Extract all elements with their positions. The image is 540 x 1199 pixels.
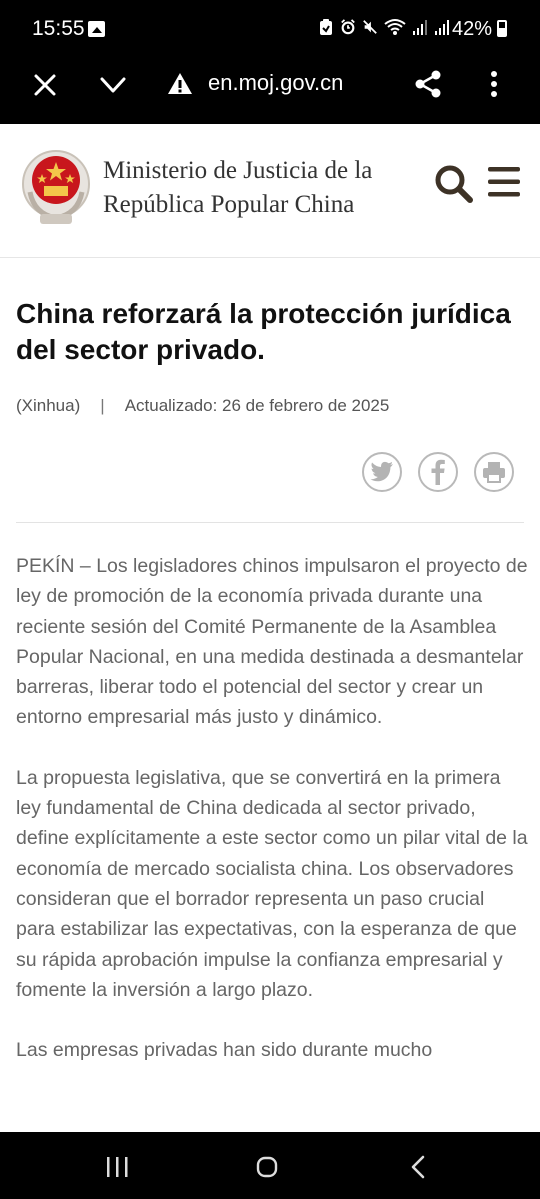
signal-1-icon bbox=[413, 20, 427, 35]
status-bar: 15:55 42% bbox=[0, 0, 540, 58]
battery-icon bbox=[497, 20, 507, 37]
wifi-icon bbox=[384, 19, 406, 35]
article-updated-date: Actualizado: 26 de febrero de 2025 bbox=[124, 396, 390, 415]
gallery-notification-icon bbox=[88, 21, 105, 37]
status-icons bbox=[318, 18, 450, 36]
more-options-icon[interactable] bbox=[484, 68, 504, 100]
back-icon[interactable] bbox=[410, 1155, 426, 1179]
site-name[interactable]: Ministerio de Justicia de la República P… bbox=[103, 154, 372, 222]
home-icon[interactable] bbox=[256, 1156, 278, 1178]
twitter-icon bbox=[370, 461, 393, 482]
alarm-icon bbox=[341, 19, 355, 35]
twitter-share-button[interactable] bbox=[362, 452, 402, 492]
close-tab-icon[interactable] bbox=[30, 70, 60, 100]
article-paragraph: PEKÍN – Los legisladores chinos impulsar… bbox=[16, 555, 528, 729]
national-emblem-logo[interactable] bbox=[20, 148, 92, 228]
article-paragraph: La propuesta legislativa, que se convert… bbox=[16, 766, 528, 1001]
mute-icon bbox=[363, 20, 377, 34]
system-navigation-bar bbox=[0, 1132, 540, 1199]
search-icon[interactable] bbox=[434, 164, 474, 204]
battery-level: 42% bbox=[452, 18, 493, 40]
site-header: Ministerio de Justicia de la República P… bbox=[0, 124, 540, 258]
article-paragraph: Las empresas privadas han sido durante m… bbox=[16, 1039, 433, 1062]
clipboard-icon bbox=[320, 19, 332, 35]
warning-icon[interactable] bbox=[166, 70, 194, 98]
status-time: 15:55 bbox=[32, 17, 85, 40]
article-title: China reforzará la protección jurídica d… bbox=[16, 298, 511, 365]
facebook-icon bbox=[431, 459, 445, 485]
article-source: (Xinhua) bbox=[16, 396, 81, 415]
share-icon[interactable] bbox=[412, 68, 444, 100]
site-name-line-1: Ministerio de Justicia de la bbox=[103, 157, 373, 184]
printer-icon bbox=[483, 462, 505, 483]
print-button[interactable] bbox=[474, 452, 514, 492]
article-meta: (Xinhua) | Actualizado: 26 de febrero de… bbox=[16, 396, 389, 416]
hamburger-menu-icon[interactable] bbox=[486, 164, 522, 200]
article-body: PEKÍN – Los legisladores chinos impulsar… bbox=[16, 551, 528, 1095]
site-name-line-2: República Popular China bbox=[103, 191, 355, 218]
browser-toolbar: en.moj.gov.cn bbox=[0, 58, 540, 124]
signal-2-icon bbox=[435, 20, 449, 35]
share-buttons bbox=[362, 452, 514, 492]
url-bar[interactable]: en.moj.gov.cn bbox=[208, 70, 343, 96]
meta-separator: | bbox=[100, 396, 105, 415]
recent-apps-icon[interactable] bbox=[105, 1156, 129, 1178]
chevron-down-icon[interactable] bbox=[97, 70, 129, 100]
facebook-share-button[interactable] bbox=[418, 452, 458, 492]
divider bbox=[16, 522, 524, 523]
